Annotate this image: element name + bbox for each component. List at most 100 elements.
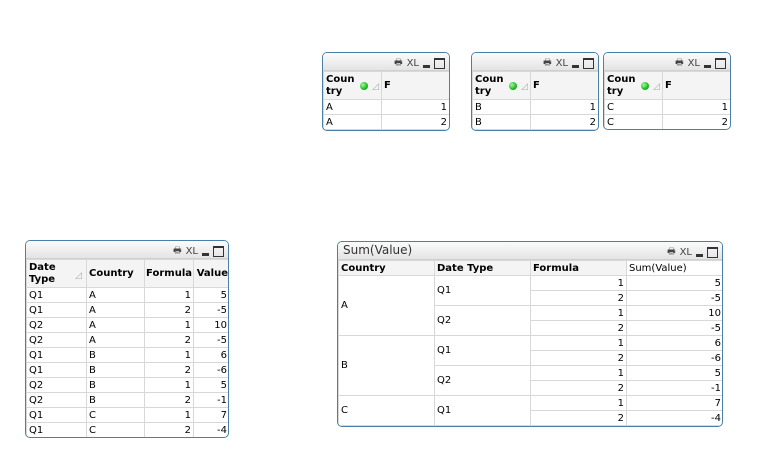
table-cell: 1 xyxy=(530,99,598,115)
print-icon[interactable]: 🖶 xyxy=(173,243,182,259)
table-cell: A xyxy=(86,332,145,348)
country-cell: A xyxy=(338,275,435,336)
table-cell: -4 xyxy=(193,422,228,437)
maximize-icon[interactable] xyxy=(707,246,718,258)
table-row: Q2 B 2 -1 xyxy=(26,392,228,408)
header-row: Coun try ◿ F xyxy=(604,71,730,100)
table-cell: B xyxy=(86,377,145,393)
data-table: Date Type ◿ Country Formula Value Q1 A 1 5 Q1 A 2 -5… xyxy=(26,259,228,437)
caption-icons: 🖶 XL xyxy=(394,55,445,71)
maximize-icon[interactable] xyxy=(434,57,445,69)
table-cell: B xyxy=(472,114,531,130)
table-cell: 10 xyxy=(193,317,228,333)
print-icon[interactable]: 🖶 xyxy=(543,55,552,71)
table-row: B Q1 1 6 xyxy=(338,335,722,396)
table-row: Q2 B 1 5 xyxy=(26,377,228,393)
table-cell: 1 xyxy=(144,287,194,303)
caption-bar[interactable]: 🖶 XL xyxy=(26,241,228,259)
sum-value-cell: 6 xyxy=(626,335,722,351)
status-green-dot-icon xyxy=(360,82,368,90)
maximize-icon[interactable] xyxy=(213,245,224,257)
sum-value-cell: -6 xyxy=(626,350,722,366)
header-label: Coun try xyxy=(607,73,636,97)
maximize-icon[interactable] xyxy=(715,57,726,69)
table-cell: 2 xyxy=(381,114,449,130)
table-cell: 6 xyxy=(193,347,228,363)
caption-icons: 🖶 XL xyxy=(675,55,726,71)
sort-indicator-icon: ◿ xyxy=(75,271,82,281)
minimize-icon[interactable] xyxy=(696,253,703,257)
table-row: Q1 B 2 -6 xyxy=(26,362,228,378)
column-header[interactable]: Country xyxy=(338,260,435,276)
header-label: Country xyxy=(89,267,134,279)
header-label: Coun try xyxy=(326,73,355,97)
table-cell: B xyxy=(86,392,145,408)
table-cell: -1 xyxy=(193,392,228,408)
column-header-country[interactable]: Coun try ◿ xyxy=(323,71,382,100)
xl-export-icon[interactable]: XL xyxy=(186,246,198,257)
column-header[interactable]: Country xyxy=(86,259,145,288)
column-header[interactable]: Date Type xyxy=(434,260,531,276)
table-row: B2 xyxy=(472,114,598,130)
caption-bar[interactable]: 🖶 XL xyxy=(472,53,598,71)
data-table: Coun try ◿ F B 1 B 2 xyxy=(472,71,598,130)
print-icon[interactable]: 🖶 xyxy=(394,55,403,71)
formula-cell: 1 xyxy=(530,395,627,411)
sum-value-cell: 5 xyxy=(626,365,722,381)
table-cell: 1 xyxy=(144,407,194,423)
caption-bar[interactable]: 🖶 XL xyxy=(604,53,730,71)
column-header[interactable]: Date Type ◿ xyxy=(26,259,87,288)
sum-value-cell: 7 xyxy=(626,395,722,411)
straight-table: 🖶 XL Date Type ◿ Country Formula Value Q1 A 1 5 Q1 A… xyxy=(25,240,229,438)
xl-export-icon[interactable]: XL xyxy=(680,247,692,258)
column-header[interactable]: Formula xyxy=(144,259,194,288)
table-cell: B xyxy=(86,362,145,378)
formula-cell: 1 xyxy=(530,365,627,381)
table-row: A2 xyxy=(323,114,449,130)
table-cell: Q1 xyxy=(26,422,87,437)
header-label: Formula xyxy=(146,267,192,279)
table-box-country-c: 🖶 XL Coun try ◿ F C 1 C 2 xyxy=(603,52,731,130)
table-cell: Q2 xyxy=(26,392,87,408)
column-header-f[interactable]: F xyxy=(662,71,730,100)
column-header-f[interactable]: F xyxy=(530,71,598,100)
caption-bar[interactable]: Sum(Value) 🖶 XL xyxy=(338,242,722,260)
sum-value-cell: -5 xyxy=(626,320,722,336)
minimize-icon[interactable] xyxy=(704,64,711,68)
column-header[interactable]: Sum(Value) xyxy=(626,260,722,276)
print-icon[interactable]: 🖶 xyxy=(667,244,676,260)
date-type-cell: Q2 xyxy=(434,305,531,336)
date-type-cell: Q1 xyxy=(434,275,531,306)
table-cell: A xyxy=(323,114,382,130)
maximize-icon[interactable] xyxy=(583,57,594,69)
table-cell: 7 xyxy=(193,407,228,423)
table-row: Q2 A 1 10 xyxy=(26,317,228,333)
table-cell: C xyxy=(86,422,145,437)
minimize-icon[interactable] xyxy=(572,64,579,68)
column-header-f[interactable]: F xyxy=(381,71,449,100)
sum-value-cell: 5 xyxy=(626,275,722,291)
table-cell: 1 xyxy=(144,317,194,333)
column-header-country[interactable]: Coun try ◿ xyxy=(472,71,531,100)
table-box-country-a: 🖶 XL Coun try ◿ F A 1 A 2 xyxy=(322,52,450,131)
xl-export-icon[interactable]: XL xyxy=(556,58,568,69)
header-row: Coun try ◿ F xyxy=(472,71,598,100)
print-icon[interactable]: 🖶 xyxy=(675,55,684,71)
xl-export-icon[interactable]: XL xyxy=(688,58,700,69)
caption-icons: 🖶 XL xyxy=(543,55,594,71)
column-header-country[interactable]: Coun try ◿ xyxy=(604,71,663,100)
table-cell: 5 xyxy=(193,287,228,303)
table-row: A1 xyxy=(323,99,449,115)
minimize-icon[interactable] xyxy=(423,64,430,68)
table-row: C Q1 1 7 xyxy=(338,395,722,426)
country-cell: C xyxy=(338,395,435,426)
table-cell: Q2 xyxy=(26,332,87,348)
minimize-icon[interactable] xyxy=(202,252,209,256)
date-type-cell: Q1 xyxy=(434,395,531,426)
formula-cell: 1 xyxy=(530,275,627,291)
country-cell: B xyxy=(338,335,435,396)
xl-export-icon[interactable]: XL xyxy=(407,58,419,69)
column-header[interactable]: Value xyxy=(193,259,228,288)
caption-bar[interactable]: 🖶 XL xyxy=(323,53,449,71)
column-header[interactable]: Formula xyxy=(530,260,627,276)
